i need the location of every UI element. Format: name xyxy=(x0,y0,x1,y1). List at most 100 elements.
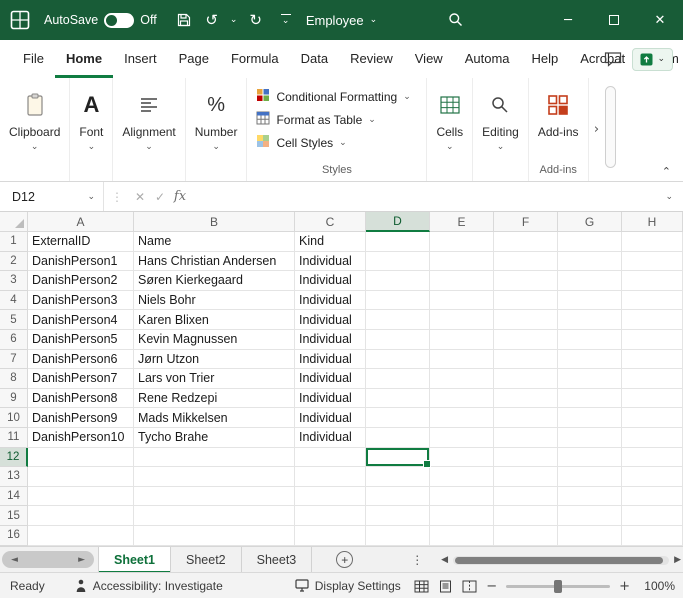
cell-A5[interactable]: DanishPerson4 xyxy=(28,310,134,330)
cell-B10[interactable]: Mads Mikkelsen xyxy=(134,408,295,428)
ribbon-overflow-strip[interactable] xyxy=(605,86,616,168)
collapse-ribbon-icon[interactable]: ⌃ xyxy=(662,165,671,178)
undo-chevron-icon[interactable]: ⌄ xyxy=(229,15,239,25)
cell-A2[interactable]: DanishPerson1 xyxy=(28,252,134,272)
cell-D8[interactable] xyxy=(366,369,430,389)
quick-access-toolbar-chevron-icon[interactable]: ⌄ xyxy=(281,14,291,26)
cell-B12[interactable] xyxy=(134,448,295,468)
cell-G14[interactable] xyxy=(558,487,622,507)
cell-D7[interactable] xyxy=(366,350,430,370)
excel-logo-icon[interactable] xyxy=(10,10,30,30)
column-header-C[interactable]: C xyxy=(295,212,366,232)
ribbon-group-addins[interactable]: Add-ins Add-ins xyxy=(529,78,589,181)
conditional-formatting-button[interactable]: Conditional Formatting ⌄ xyxy=(256,85,410,108)
zoom-level[interactable]: 100% xyxy=(639,579,675,593)
cell-H6[interactable] xyxy=(622,330,683,350)
ribbon-tab-insert[interactable]: Insert xyxy=(113,40,168,78)
cell-F6[interactable] xyxy=(494,330,558,350)
cell-H12[interactable] xyxy=(622,448,683,468)
cell-G8[interactable] xyxy=(558,369,622,389)
zoom-slider[interactable] xyxy=(506,585,610,588)
page-break-view-button[interactable] xyxy=(462,580,477,593)
cell-H9[interactable] xyxy=(622,389,683,409)
ribbon-tab-help[interactable]: Help xyxy=(521,40,570,78)
cell-A13[interactable] xyxy=(28,467,134,487)
cell-B14[interactable] xyxy=(134,487,295,507)
cell-A11[interactable]: DanishPerson10 xyxy=(28,428,134,448)
row-header-1[interactable]: 1 xyxy=(0,232,28,252)
cell-A9[interactable]: DanishPerson8 xyxy=(28,389,134,409)
cell-C15[interactable] xyxy=(295,506,366,526)
undo-icon[interactable]: ↺ xyxy=(201,7,223,33)
ribbon-tab-home[interactable]: Home xyxy=(55,40,113,78)
share-button[interactable]: ⌄ xyxy=(632,48,673,71)
ribbon-group-editing[interactable]: Editing ⌄ xyxy=(473,78,529,181)
document-title[interactable]: Employee xyxy=(306,13,364,28)
ribbon-group-number[interactable]: % Number ⌄ xyxy=(186,78,248,181)
cell-H1[interactable] xyxy=(622,232,683,252)
cell-D1[interactable] xyxy=(366,232,430,252)
cell-F10[interactable] xyxy=(494,408,558,428)
zoom-slider-thumb[interactable] xyxy=(554,580,562,593)
ribbon-tab-automa[interactable]: Automa xyxy=(454,40,521,78)
cell-H10[interactable] xyxy=(622,408,683,428)
cell-F14[interactable] xyxy=(494,487,558,507)
autosave-toggle[interactable] xyxy=(104,13,134,28)
cell-G13[interactable] xyxy=(558,467,622,487)
cell-E16[interactable] xyxy=(430,526,494,546)
row-header-5[interactable]: 5 xyxy=(0,310,28,330)
ribbon-tab-review[interactable]: Review xyxy=(339,40,404,78)
cell-H15[interactable] xyxy=(622,506,683,526)
sheet-tab-sheet1[interactable]: Sheet1 xyxy=(98,547,171,573)
cell-C8[interactable]: Individual xyxy=(295,369,366,389)
cell-G16[interactable] xyxy=(558,526,622,546)
cell-E8[interactable] xyxy=(430,369,494,389)
cell-F16[interactable] xyxy=(494,526,558,546)
cell-C14[interactable] xyxy=(295,487,366,507)
cell-A14[interactable] xyxy=(28,487,134,507)
comment-icon[interactable] xyxy=(604,51,622,67)
cell-styles-button[interactable]: Cell Styles ⌄ xyxy=(256,131,346,154)
sheet-tab-sheet3[interactable]: Sheet3 xyxy=(242,547,313,573)
row-header-15[interactable]: 15 xyxy=(0,506,28,526)
row-header-2[interactable]: 2 xyxy=(0,252,28,272)
cell-D3[interactable] xyxy=(366,271,430,291)
close-button[interactable]: ✕ xyxy=(637,0,683,40)
cell-C5[interactable]: Individual xyxy=(295,310,366,330)
cell-E15[interactable] xyxy=(430,506,494,526)
row-header-7[interactable]: 7 xyxy=(0,350,28,370)
minimize-button[interactable]: ─ xyxy=(545,0,591,40)
cell-B16[interactable] xyxy=(134,526,295,546)
accessibility-status[interactable]: Accessibility: Investigate xyxy=(75,579,223,593)
cell-F7[interactable] xyxy=(494,350,558,370)
column-header-G[interactable]: G xyxy=(558,212,622,232)
new-sheet-button[interactable]: + xyxy=(336,551,353,568)
sheet-nav-left-icon[interactable]: ◄ xyxy=(11,555,18,565)
ribbon-tab-formula[interactable]: Formula xyxy=(220,40,290,78)
cell-A4[interactable]: DanishPerson3 xyxy=(28,291,134,311)
cell-A8[interactable]: DanishPerson7 xyxy=(28,369,134,389)
format-as-table-button[interactable]: Format as Table ⌄ xyxy=(256,108,375,131)
display-settings-button[interactable]: Display Settings xyxy=(295,579,401,593)
sheet-nav-right-icon[interactable]: ► xyxy=(78,555,85,565)
cell-F3[interactable] xyxy=(494,271,558,291)
cell-H5[interactable] xyxy=(622,310,683,330)
insert-function-icon[interactable]: fx xyxy=(170,189,190,204)
cell-F13[interactable] xyxy=(494,467,558,487)
row-header-10[interactable]: 10 xyxy=(0,408,28,428)
ribbon-group-alignment[interactable]: Alignment ⌄ xyxy=(113,78,185,181)
horizontal-scrollbar-track[interactable] xyxy=(453,556,669,565)
formula-bar-separator[interactable]: ⋮ xyxy=(104,190,130,204)
column-header-D[interactable]: D xyxy=(366,212,430,232)
cell-D4[interactable] xyxy=(366,291,430,311)
zoom-in-button[interactable]: + xyxy=(619,579,630,594)
cell-D11[interactable] xyxy=(366,428,430,448)
row-header-4[interactable]: 4 xyxy=(0,291,28,311)
cell-D12[interactable] xyxy=(366,448,430,468)
cell-F12[interactable] xyxy=(494,448,558,468)
cell-A7[interactable]: DanishPerson6 xyxy=(28,350,134,370)
cell-G11[interactable] xyxy=(558,428,622,448)
cell-C16[interactable] xyxy=(295,526,366,546)
column-header-E[interactable]: E xyxy=(430,212,494,232)
cell-G10[interactable] xyxy=(558,408,622,428)
